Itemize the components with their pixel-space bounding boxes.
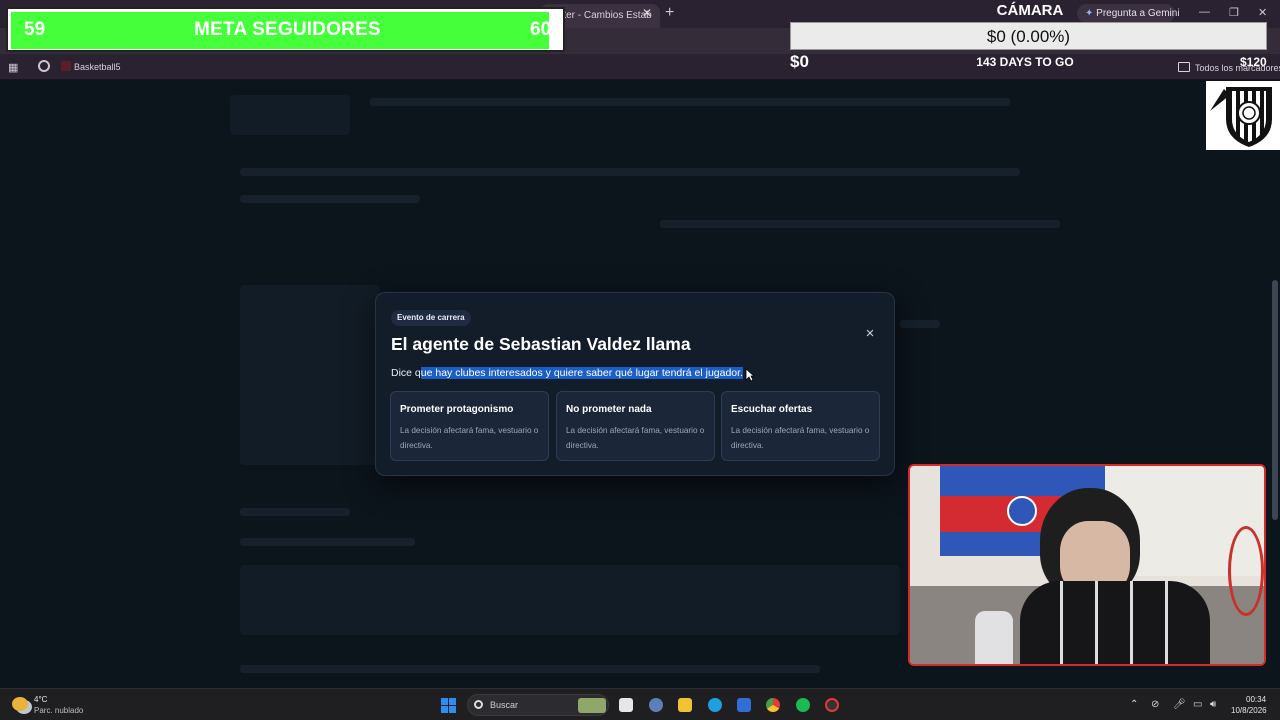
camera-goal-target: $120 [1240, 55, 1267, 69]
jersey-stripe [1165, 581, 1168, 664]
jersey-stripe [1095, 581, 1098, 664]
weather-temp[interactable]: 4°C [34, 695, 47, 704]
options-group: Prometer protagonismo La decisión afecta… [390, 391, 880, 461]
store-app-icon[interactable] [737, 698, 751, 712]
option-escuchar-ofertas[interactable]: Escuchar ofertas La decisión afectará fa… [721, 391, 880, 461]
apps-grid-icon[interactable]: ▦ [8, 61, 18, 74]
section-ghost [240, 508, 350, 516]
follower-goal-title: META SEGUIDORES [194, 19, 381, 40]
edge-app-icon[interactable] [708, 698, 722, 712]
option-desc: La decisión afectará fama, vestuario o d… [731, 426, 870, 450]
camera-goal-days: 143 DAYS TO GO [976, 55, 1074, 69]
gemini-label: Pregunta a Gemini [1096, 8, 1180, 19]
follower-goal-widget: 59 META SEGUIDORES 60 [6, 7, 565, 52]
webcam-water-bottle [975, 611, 1013, 664]
tab-close-icon[interactable]: ✕ [642, 6, 652, 20]
tray-volume-icon[interactable]: 🔊︎ [1210, 699, 1216, 710]
weather-desc[interactable]: Parc. nublado [34, 706, 83, 715]
tabs-ghost-2 [240, 195, 420, 203]
file-explorer-app-icon[interactable] [619, 698, 633, 712]
follower-goal-target: 60 [530, 19, 552, 40]
mouse-cursor-icon [745, 368, 755, 382]
start-icon[interactable] [441, 698, 456, 713]
obs-app-icon[interactable] [825, 698, 839, 712]
camera-goal-bar: $0 (0.00%) [790, 22, 1267, 50]
folder-app-icon[interactable] [678, 698, 692, 712]
tabs-ghost [240, 168, 1020, 176]
windows-taskbar: 4°C Parc. nublado Buscar ⌃ ⊘ 🎤︎ ▭ 🔊︎ 00:… [0, 688, 1280, 720]
event-badge: Evento de carrera [391, 310, 471, 326]
jersey-stripe [1060, 581, 1063, 664]
search-placeholder: Buscar [490, 700, 519, 710]
stats-ghost [660, 220, 1060, 228]
option-prometer-protagonismo[interactable]: Prometer protagonismo La decisión afecta… [390, 391, 549, 461]
description-selected-text: ue hay clubes interesados y quiere saber… [420, 367, 743, 379]
modal-title: El agente de Sebastian Valdez llama [391, 334, 691, 354]
taskbar-clock-time[interactable]: 00:34 [1246, 695, 1266, 704]
search-icon [474, 700, 483, 709]
cards-ghost [240, 565, 900, 635]
gemini-icon: ✦ [1085, 8, 1094, 19]
jersey-stripe [1130, 581, 1133, 664]
option-title: No prometer nada [566, 404, 652, 415]
camera-goal-title: CÁMARA [996, 2, 1064, 19]
tray-mic-icon[interactable]: 🎤︎ [1173, 699, 1186, 710]
close-icon[interactable]: × [862, 326, 878, 342]
webcam-person-jersey [1020, 581, 1210, 664]
gemini-button[interactable]: ✦ Pregunta a Gemini [1077, 4, 1180, 23]
tray-chevron-up-icon[interactable]: ⌃ [1130, 699, 1138, 710]
description-prefix: Dice q [391, 367, 421, 379]
chrome-app-icon[interactable] [766, 698, 780, 712]
spotify-app-icon[interactable] [796, 698, 810, 712]
settings-app-icon[interactable] [649, 698, 663, 712]
webcam-chair [1228, 526, 1264, 616]
restore-icon[interactable]: ❐ [1229, 6, 1239, 19]
weather-icon[interactable] [12, 697, 28, 711]
modal-description: Dice que hay clubes interesados y quiere… [391, 367, 743, 379]
webcam-feed [908, 464, 1266, 666]
option-title: Prometer protagonismo [400, 404, 514, 415]
minimize-icon[interactable]: — [1199, 6, 1210, 18]
site-logo-ghost [230, 95, 350, 135]
option-title: Escuchar ofertas [731, 404, 813, 415]
option-desc: La decisión afectará fama, vestuario o d… [566, 426, 705, 450]
taskbar-search[interactable]: Buscar [467, 694, 609, 716]
globe-icon[interactable] [38, 60, 50, 72]
option-desc: La decisión afectará fama, vestuario o d… [400, 426, 539, 450]
taskbar-clock-date[interactable]: 10/8/2026 [1231, 706, 1267, 715]
camera-goal-current: $0 [790, 52, 809, 71]
option-no-prometer-nada[interactable]: No prometer nada La decisión afectará fa… [556, 391, 715, 461]
new-tab-icon[interactable]: + [665, 4, 674, 22]
career-event-modal: Evento de carrera El agente de Sebastian… [375, 292, 895, 476]
page-scrollbar[interactable] [1272, 280, 1278, 520]
panel-ghost [240, 285, 380, 465]
side-ghost [900, 320, 940, 328]
footer-ghost [240, 665, 820, 673]
bookmark-basketball5[interactable]: Basketball5 [74, 62, 121, 72]
tray-network-icon[interactable]: ⊘ [1151, 699, 1159, 710]
section-ghost-2 [240, 538, 415, 546]
search-highlight-image [578, 698, 606, 713]
nav-ghost [370, 98, 1010, 106]
window-close-icon[interactable]: ✕ [1258, 6, 1267, 19]
club-crest-logo [1206, 81, 1280, 150]
tray-display-icon[interactable]: ▭ [1193, 699, 1202, 710]
bookmark-favicon-icon [61, 61, 71, 71]
